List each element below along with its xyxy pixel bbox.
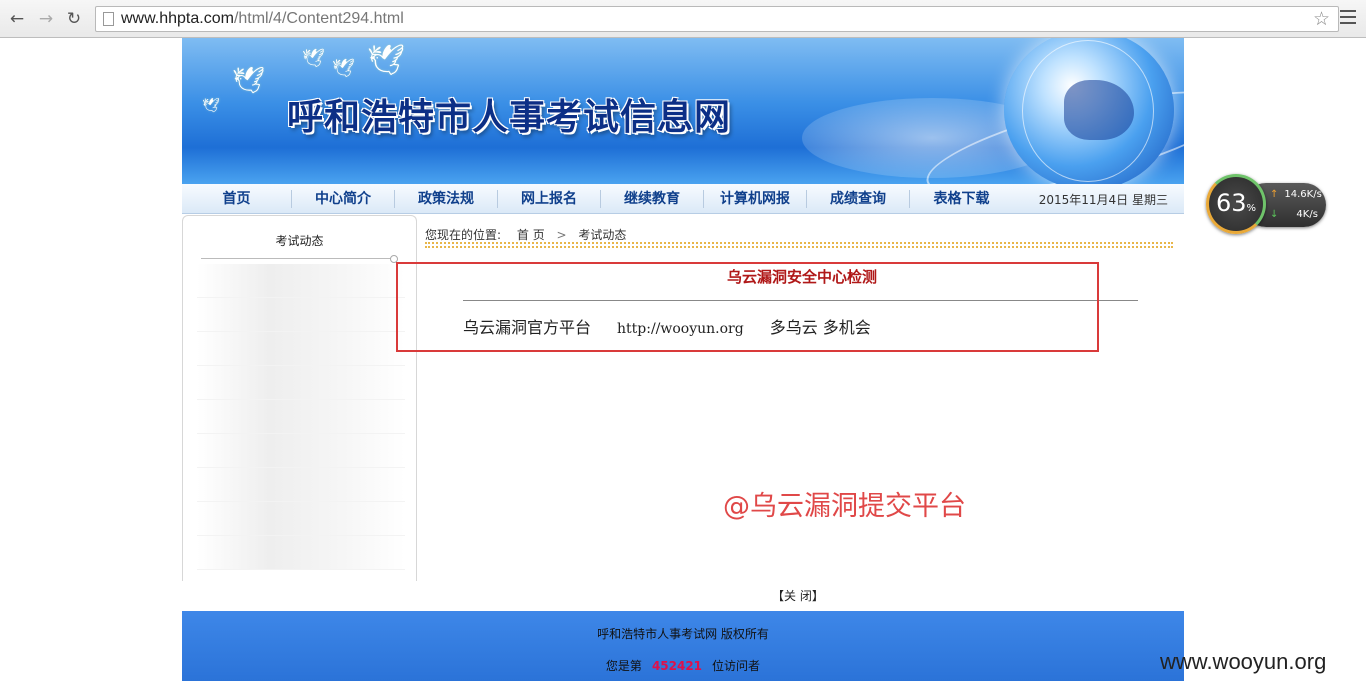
forward-arrow-icon[interactable]: → [35, 8, 57, 30]
nav-score-query[interactable]: 成绩查询 [807, 189, 910, 208]
usage-percent: 63% [1216, 189, 1256, 217]
list-item[interactable] [197, 502, 405, 536]
browser-toolbar: ← → ↻ www.hhpta.com/html/4/Content294.ht… [0, 0, 1366, 38]
sidebar-divider [201, 255, 398, 263]
nav-online-registration[interactable]: 网上报名 [498, 189, 601, 208]
dove-icon: 🕊 [202, 98, 220, 114]
nav-continuing-education[interactable]: 继续教育 [601, 189, 704, 208]
url-path: /html/4/Content294.html [233, 10, 404, 27]
list-item[interactable] [197, 298, 405, 332]
footer-copyright: 呼和浩特市人事考试网 版权所有 [597, 627, 769, 641]
highlight-box [396, 262, 1099, 352]
dove-icon: 🕊 [367, 43, 406, 78]
address-bar[interactable]: www.hhpta.com/html/4/Content294.html ☆ [95, 6, 1339, 32]
nav-about[interactable]: 中心简介 [292, 189, 395, 208]
site-title: 呼和浩特市人事考试信息网 [287, 97, 732, 138]
dove-icon: 🕊 [332, 58, 355, 79]
browser-menu-icon[interactable] [1340, 10, 1356, 26]
sidebar-title: 考试动态 [275, 234, 324, 248]
dove-icon: 🕊 [232, 66, 266, 96]
upload-arrow-icon: ↑ [1270, 189, 1279, 200]
url-text[interactable]: www.hhpta.com/html/4/Content294.html [121, 10, 404, 28]
list-item[interactable] [197, 366, 405, 400]
bookmark-star-icon[interactable]: ☆ [1313, 8, 1330, 30]
download-speed-unit: K/s [1302, 209, 1318, 220]
globe-graphic [1004, 38, 1174, 184]
dotted-divider [425, 242, 1173, 248]
breadcrumb: 您现在的位置: 首 页 > 考试动态 [425, 226, 626, 243]
list-item[interactable] [197, 468, 405, 502]
wooyun-watermark: @乌云漏洞提交平台 [723, 491, 966, 522]
upload-speed-value: 14.6 [1284, 189, 1307, 200]
upload-speed: ↑ 14.6K/s [1270, 189, 1322, 200]
nav-form-download[interactable]: 表格下载 [910, 190, 1013, 208]
main-nav: 首页 中心简介 政策法规 网上报名 继续教育 计算机网报 成绩查询 表格下载 2… [182, 184, 1184, 214]
current-date: 2015年11月4日 星期三 [1038, 193, 1168, 207]
visitor-count: 452421 [651, 659, 703, 673]
breadcrumb-prefix: 您现在的位置: [425, 228, 502, 242]
dove-icon: 🕊 [302, 48, 325, 69]
list-item[interactable] [197, 400, 405, 434]
nav-policy[interactable]: 政策法规 [395, 189, 498, 208]
nav-computer-registration[interactable]: 计算机网报 [704, 189, 807, 208]
usage-percent-value: 63 [1216, 189, 1247, 217]
upload-speed-unit: K/s [1306, 189, 1322, 200]
site-banner: 🕊 🕊 🕊 🕊 🕊 呼和浩特市人事考试信息网 [182, 38, 1184, 184]
site-footer: 呼和浩特市人事考试网 版权所有 您是第 452421 位访问者 [182, 611, 1184, 681]
web-page: 🕊 🕊 🕊 🕊 🕊 呼和浩特市人事考试信息网 首页 中心简介 政策法规 网上报名… [182, 38, 1184, 681]
close-link[interactable]: 【关 闭】 [772, 587, 824, 604]
breadcrumb-current[interactable]: 考试动态 [578, 228, 626, 242]
back-arrow-icon[interactable]: ← [6, 8, 28, 30]
visitor-suffix: 位访问者 [712, 659, 761, 673]
list-item[interactable] [197, 536, 405, 570]
wooyun-site-watermark: www.wooyun.org [1160, 649, 1327, 674]
list-item[interactable] [197, 332, 405, 366]
visitor-prefix: 您是第 [605, 659, 642, 673]
url-host: www.hhpta.com [121, 10, 234, 27]
sidebar-list [197, 264, 405, 570]
sidebar: 考试动态 [182, 215, 417, 581]
network-speed-widget[interactable]: 63% ↑ 14.6K/s ↓ 4K/s [1206, 174, 1330, 236]
breadcrumb-separator: > [556, 228, 567, 242]
page-icon [103, 12, 114, 26]
reload-icon[interactable]: ↻ [63, 8, 85, 30]
usage-percent-unit: % [1246, 203, 1257, 214]
nav-home[interactable]: 首页 [182, 189, 292, 208]
breadcrumb-home[interactable]: 首 页 [517, 228, 545, 242]
list-item[interactable] [197, 434, 405, 468]
download-arrow-icon: ↓ [1270, 209, 1279, 220]
download-speed: ↓ 4K/s [1270, 209, 1318, 220]
list-item[interactable] [197, 264, 405, 298]
visitor-counter: 您是第 452421 位访问者 [182, 657, 1184, 674]
